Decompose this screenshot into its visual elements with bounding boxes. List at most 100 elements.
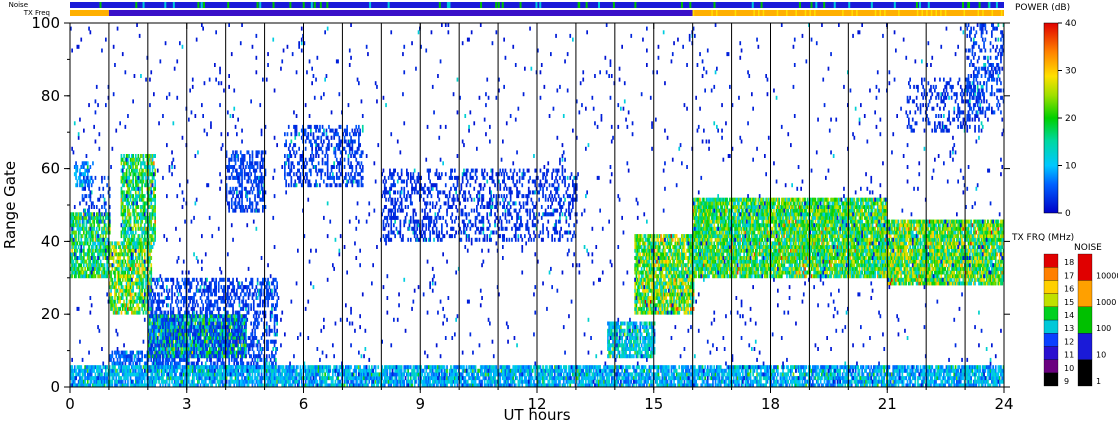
echo-pixel bbox=[154, 219, 156, 224]
echo-pixel bbox=[173, 314, 176, 319]
echo-pixel bbox=[158, 292, 160, 297]
echo-pixel bbox=[214, 317, 216, 322]
echo-pixel bbox=[145, 245, 147, 249]
echo-pixel bbox=[177, 292, 180, 297]
echo-pixel bbox=[172, 336, 175, 340]
echo-pixel bbox=[238, 299, 241, 304]
echo-pixel bbox=[129, 219, 132, 224]
echo-pixel bbox=[474, 172, 477, 177]
echo-pixel bbox=[169, 303, 172, 308]
echo-pixel bbox=[227, 354, 229, 359]
echo-pixel bbox=[234, 161, 237, 166]
echo-pixel bbox=[399, 230, 402, 235]
echo-pixel bbox=[199, 296, 202, 300]
echo-pixel bbox=[321, 157, 324, 162]
echo-pixel bbox=[338, 168, 341, 173]
plot-area bbox=[69, 22, 1005, 388]
echo-pixel bbox=[143, 194, 146, 199]
echo-pixel bbox=[386, 219, 389, 224]
echo-pixel bbox=[350, 135, 352, 140]
echo-pixel bbox=[106, 274, 108, 279]
echo-pixel bbox=[206, 321, 208, 326]
echo-pixel bbox=[461, 212, 464, 217]
echo-pixel bbox=[95, 245, 98, 249]
echo-pixel bbox=[391, 197, 394, 202]
echo-pixel bbox=[454, 168, 456, 173]
echo-pixel bbox=[153, 161, 155, 166]
echo-pixel bbox=[435, 168, 438, 173]
echo-pixel bbox=[258, 208, 260, 213]
echo-pixel bbox=[136, 299, 138, 304]
echo-pixel bbox=[223, 296, 225, 300]
echo-pixel bbox=[110, 274, 112, 279]
echo-pixel bbox=[495, 230, 498, 235]
echo-pixel bbox=[394, 219, 396, 224]
tx-freq-bar-flicker bbox=[884, 10, 886, 16]
echo-pixel bbox=[150, 354, 153, 359]
echo-pixel bbox=[133, 212, 136, 217]
echo-pixel bbox=[361, 124, 364, 129]
echo-pixel bbox=[230, 190, 233, 195]
echo-pixel bbox=[276, 292, 278, 297]
echo-pixel bbox=[335, 172, 338, 177]
echo-pixel bbox=[491, 172, 494, 177]
echo-pixel bbox=[155, 310, 158, 315]
echo-pixel bbox=[160, 339, 163, 344]
echo-pixel bbox=[115, 303, 118, 308]
echo-pixel bbox=[460, 183, 463, 188]
echo-pixel bbox=[299, 175, 302, 180]
echo-pixel bbox=[460, 230, 463, 235]
echo-pixel bbox=[409, 179, 412, 184]
echo-pixel bbox=[242, 347, 245, 351]
echo-pixel bbox=[451, 234, 454, 239]
echo-pixel bbox=[143, 234, 146, 239]
echo-pixel bbox=[273, 285, 276, 290]
echo-pixel bbox=[265, 361, 268, 366]
echo-pixel bbox=[137, 219, 140, 224]
echo-pixel bbox=[188, 354, 190, 359]
echo-pixel bbox=[94, 256, 97, 260]
echo-pixel bbox=[242, 288, 245, 293]
echo-pixel bbox=[160, 314, 163, 319]
echo-pixel bbox=[260, 288, 263, 293]
echo-pixel bbox=[502, 197, 504, 202]
echo-pixel bbox=[473, 197, 476, 202]
echo-pixel bbox=[468, 237, 470, 242]
echo-pixel bbox=[216, 361, 219, 366]
echo-pixel bbox=[312, 157, 315, 162]
echo-pixel bbox=[75, 175, 77, 180]
tx-freq-bar-flicker bbox=[776, 10, 779, 16]
echo-pixel bbox=[89, 212, 92, 217]
echo-pixel bbox=[300, 165, 303, 169]
echo-pixel bbox=[89, 219, 92, 224]
echo-pixel bbox=[156, 281, 159, 286]
echo-pixel bbox=[125, 234, 128, 239]
echo-pixel bbox=[249, 292, 251, 297]
echo-pixel bbox=[271, 310, 273, 315]
echo-pixel bbox=[125, 172, 128, 177]
echo-pixel bbox=[273, 321, 276, 326]
tx-freq-bar-flicker bbox=[856, 10, 858, 16]
echo-pixel bbox=[241, 183, 243, 188]
echo-pixel bbox=[233, 361, 236, 366]
echo-pixel bbox=[127, 230, 129, 235]
echo-pixel bbox=[304, 139, 307, 144]
echo-pixel bbox=[150, 241, 153, 246]
echo-pixel bbox=[237, 354, 239, 359]
echo-pixel bbox=[75, 263, 77, 268]
echo-pixel bbox=[175, 343, 177, 348]
echo-pixel bbox=[76, 259, 79, 264]
echo-pixel bbox=[120, 161, 123, 166]
echo-pixel bbox=[272, 281, 275, 286]
echo-pixel bbox=[476, 208, 478, 213]
echo-pixel bbox=[241, 172, 243, 177]
echo-pixel bbox=[216, 299, 219, 304]
noise-bar-flicker bbox=[164, 2, 167, 8]
echo-pixel bbox=[76, 165, 79, 169]
echo-pixel bbox=[181, 314, 184, 319]
echo-pixel bbox=[481, 201, 483, 206]
echo-pixel bbox=[103, 263, 106, 268]
echo-pixel bbox=[287, 124, 290, 129]
echo-pixel bbox=[387, 212, 390, 217]
echo-pixel bbox=[86, 241, 89, 246]
